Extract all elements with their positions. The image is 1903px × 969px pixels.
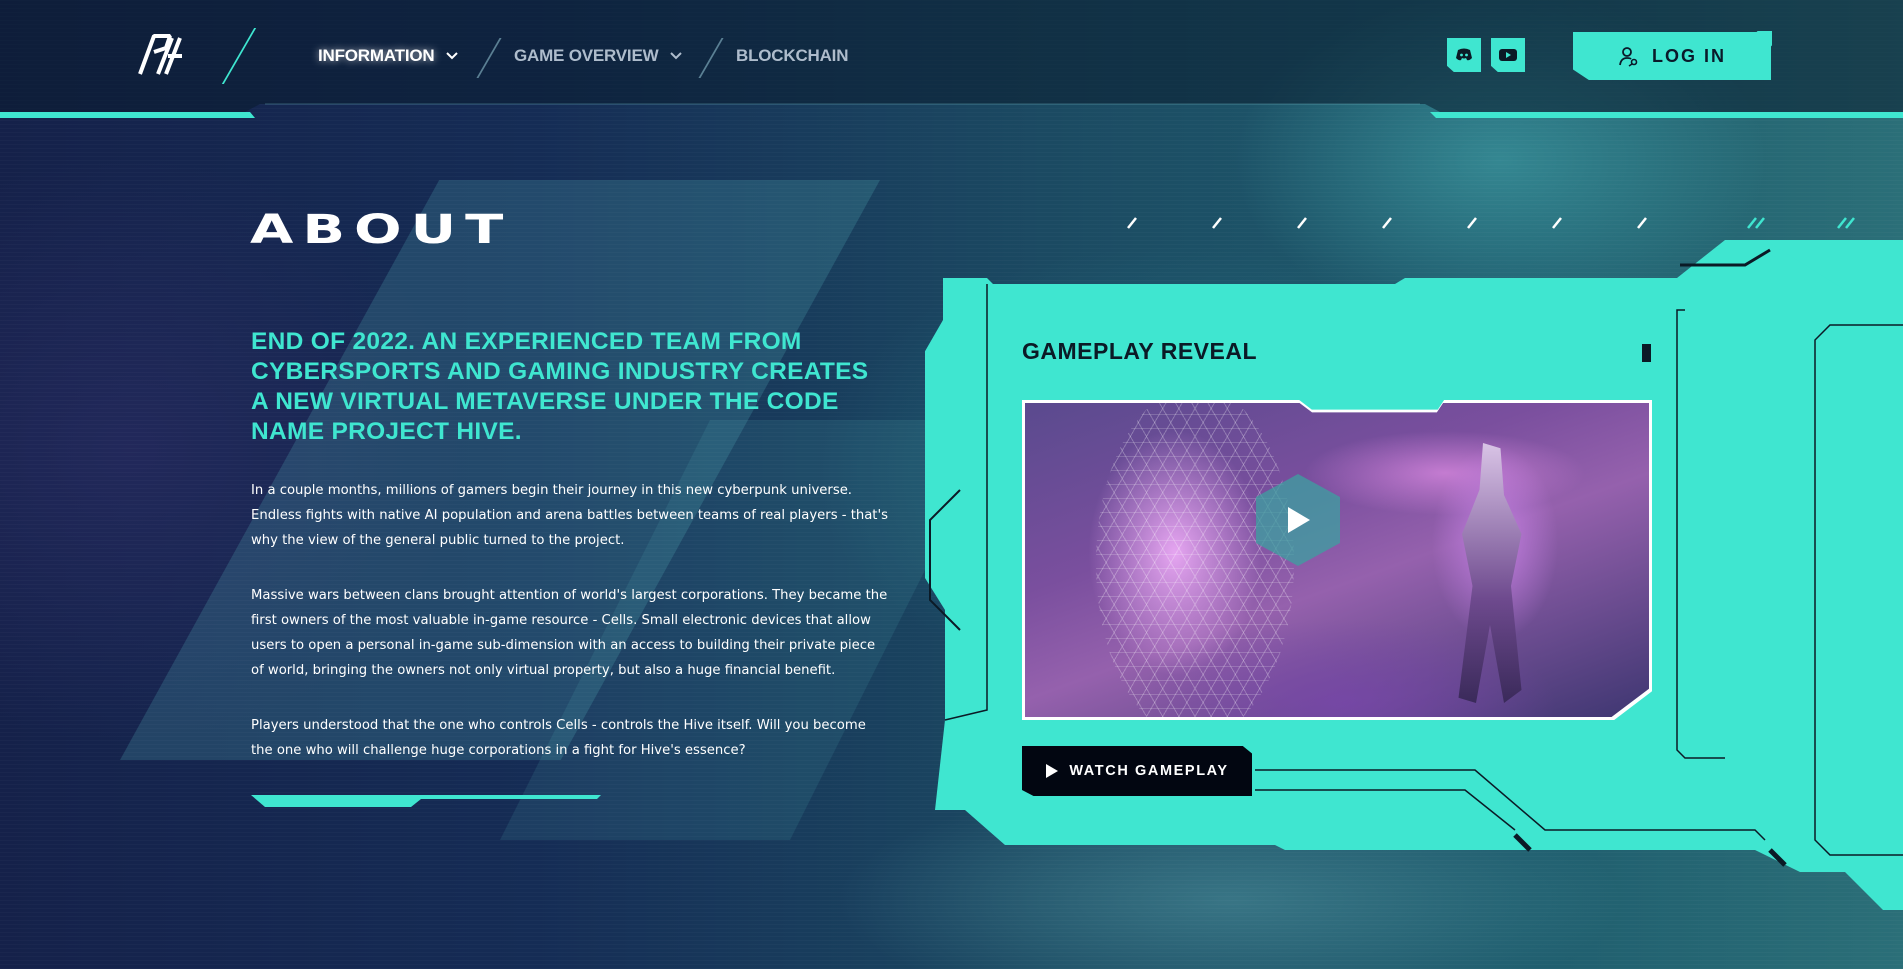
login-button[interactable]: LOG IN <box>1573 32 1771 80</box>
about-title: ABOUT <box>250 206 513 254</box>
watch-gameplay-button[interactable]: WATCH GAMEPLAY <box>1022 746 1252 796</box>
login-corner-notch <box>1756 31 1772 47</box>
video-artwork <box>1025 403 1649 717</box>
watch-gameplay-label: WATCH GAMEPLAY <box>1069 763 1229 779</box>
nav-information[interactable]: INFORMATION <box>318 46 459 66</box>
chevron-down-icon <box>446 52 459 60</box>
gameplay-video-thumbnail[interactable] <box>1022 400 1652 720</box>
about-headline: END OF 2022. AN EXPERIENCED TEAM FROM CY… <box>251 328 869 445</box>
nav-game-overview-label: GAME OVERVIEW <box>514 46 659 65</box>
about-paragraph-1: In a couple months, millions of gamers b… <box>251 483 888 548</box>
login-label: LOG IN <box>1652 45 1726 66</box>
cyborg-figure-graphic <box>1458 443 1522 703</box>
gameplay-title: GAMEPLAY REVEAL <box>1022 338 1257 364</box>
panel-marker <box>1642 344 1651 362</box>
play-icon <box>1046 764 1059 778</box>
play-icon <box>1288 507 1310 533</box>
project-hive-logo[interactable] <box>130 30 192 80</box>
nav-information-label: INFORMATION <box>318 46 435 65</box>
user-key-icon <box>1619 47 1638 67</box>
youtube-button[interactable] <box>1491 38 1525 72</box>
hex-shield-graphic <box>1096 403 1294 717</box>
discord-button[interactable] <box>1447 38 1481 72</box>
nav-game-overview[interactable]: GAME OVERVIEW <box>514 46 683 66</box>
about-underline-decoration <box>251 795 601 807</box>
about-paragraph-3: Players understood that the one who cont… <box>251 718 866 758</box>
site-header: INFORMATION GAME OVERVIEW BLOCKCHAIN LOG… <box>0 0 1903 120</box>
chevron-down-icon <box>670 52 683 60</box>
nav-blockchain[interactable]: BLOCKCHAIN <box>736 46 848 66</box>
youtube-icon <box>1499 49 1517 61</box>
discord-icon <box>1456 48 1472 61</box>
about-paragraph-2: Massive wars between clans brought atten… <box>251 588 888 678</box>
nav-blockchain-label: BLOCKCHAIN <box>736 46 849 65</box>
